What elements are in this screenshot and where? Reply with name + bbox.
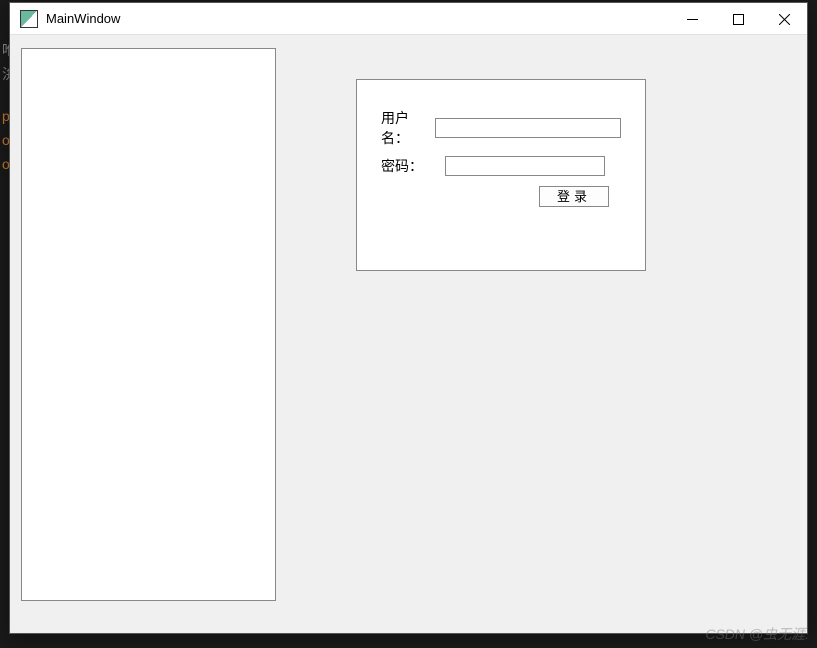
app-icon (20, 10, 38, 28)
password-input[interactable] (445, 156, 605, 176)
minimize-button[interactable] (669, 3, 715, 35)
username-input[interactable] (435, 118, 621, 138)
login-button[interactable]: 登录 (539, 186, 609, 207)
watermark-text: CSDN @虫无涯. (705, 624, 809, 644)
close-button[interactable] (761, 3, 807, 35)
window-controls (669, 3, 807, 34)
window-title: MainWindow (46, 11, 669, 26)
left-panel (21, 48, 276, 601)
username-label: 用户名： (381, 108, 435, 148)
button-row: 登录 (381, 186, 621, 207)
login-panel: 用户名： 密码： 登录 (356, 79, 646, 271)
main-window: MainWindow 用户名： 密码： 登录 (9, 2, 808, 634)
password-row: 密码： (381, 156, 621, 176)
password-label: 密码： (381, 156, 445, 176)
minimize-icon (687, 14, 698, 25)
maximize-button[interactable] (715, 3, 761, 35)
close-icon (779, 14, 790, 25)
titlebar[interactable]: MainWindow (10, 3, 807, 35)
username-row: 用户名： (381, 108, 621, 148)
maximize-icon (733, 14, 744, 25)
client-area: 用户名： 密码： 登录 (10, 35, 807, 633)
